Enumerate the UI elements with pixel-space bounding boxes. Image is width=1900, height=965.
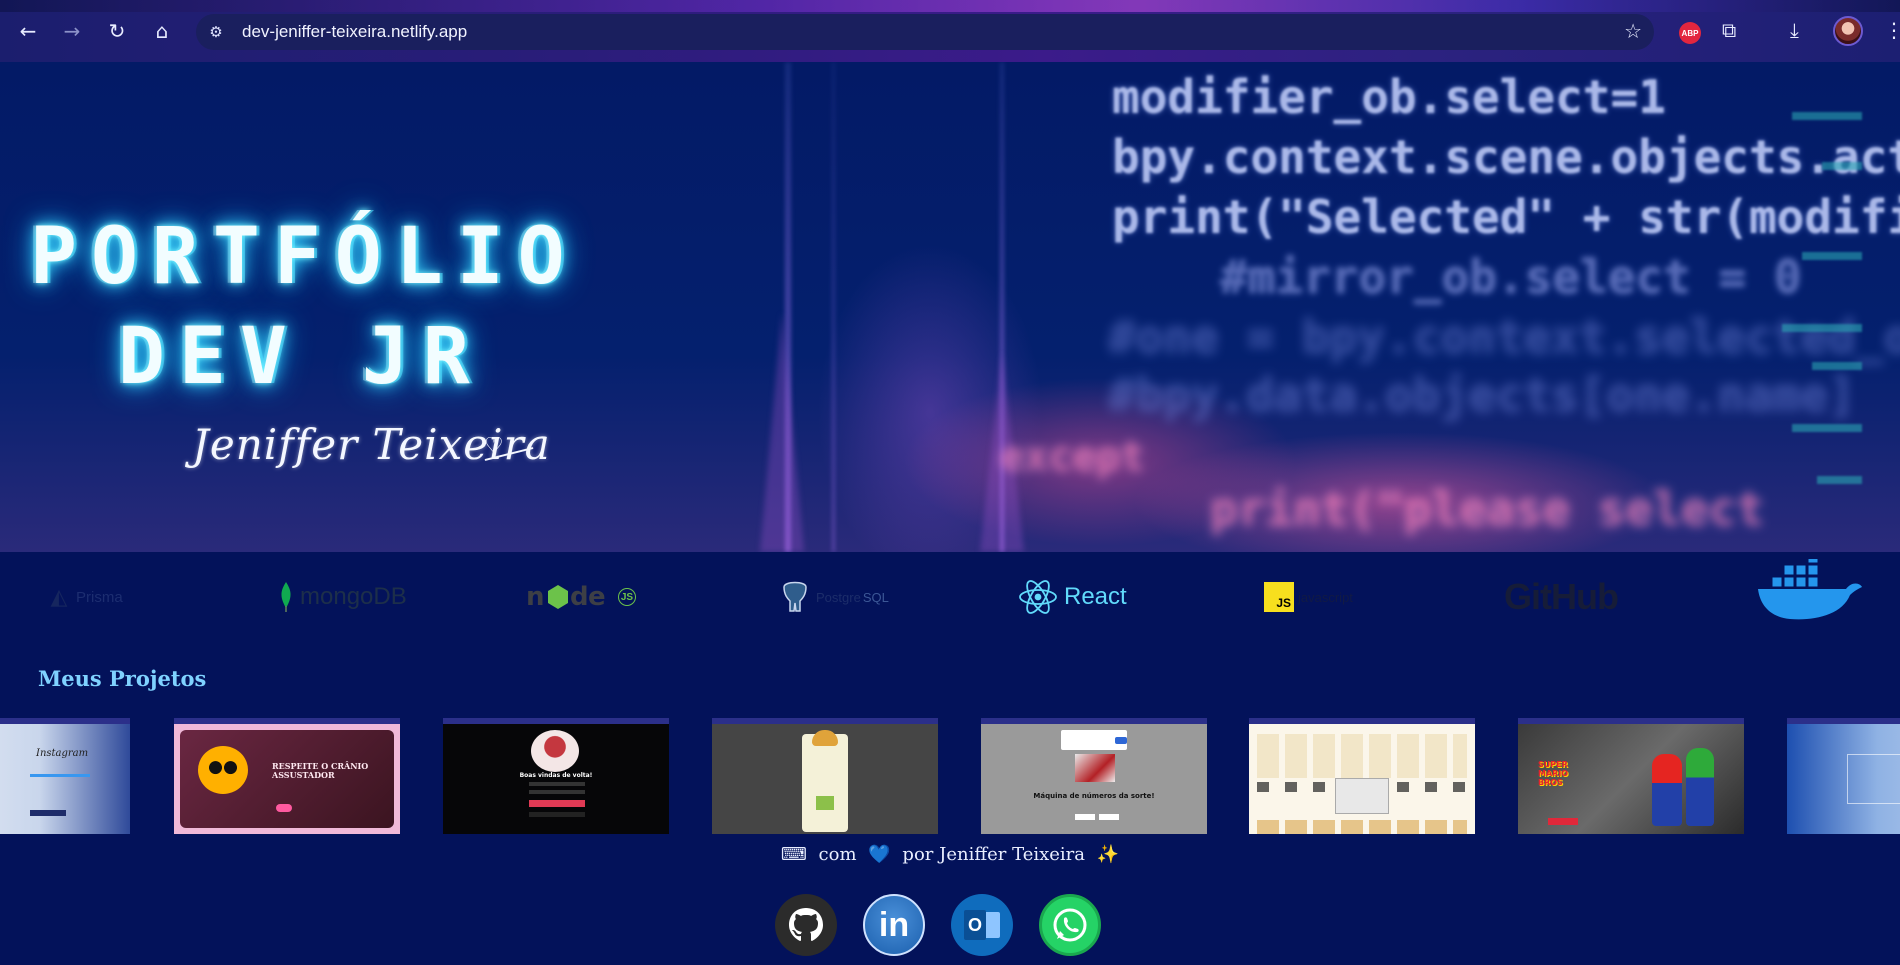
title-line-portfolio: PORTFÓLIO (30, 212, 579, 302)
projects-carousel[interactable]: Instagram RESPEITE O CRÂNIO ASSUSTADOR B… (0, 718, 1900, 834)
browser-menu-icon[interactable]: ⋮ (1884, 18, 1900, 42)
svg-text:e: e (588, 582, 606, 612)
portfolio-title: PORTFÓLIO DEV JR Jeniffer Teixeira ♡ (0, 62, 700, 552)
whatsapp-icon (1053, 908, 1087, 942)
prisma-icon: ◭ (50, 584, 68, 609)
social-links: in O (775, 894, 1115, 958)
tech-logo-javascript: JS javascript (1264, 572, 1353, 622)
tech-logo-postgresql: Postgre SQL (780, 572, 889, 622)
github-icon (789, 908, 823, 941)
blue-heart-icon: 💙 (868, 844, 891, 865)
credit-word-com: com (818, 844, 857, 865)
tech-logo-nodejs: n d e JS (526, 572, 636, 622)
svg-text:n: n (526, 582, 545, 612)
code-line: except (1000, 434, 1145, 480)
svg-text:d: d (570, 582, 589, 612)
projects-section-title: Meus Projetos (38, 666, 207, 691)
project-card-burger[interactable] (712, 718, 938, 834)
project-card-memory-game[interactable] (1249, 718, 1475, 834)
tech-stack-strip: ◭ Prisma mongoDB n d e JS Postgre SQL Re… (0, 552, 1900, 647)
project-card-blue[interactable] (1787, 718, 1900, 834)
downloads-icon[interactable]: ⤓ (1790, 18, 1799, 42)
project-card-welcome[interactable]: Boas vindas de volta! (443, 718, 669, 834)
credit-author: por Jeniffer Teixeira (902, 844, 1086, 865)
address-bar[interactable]: ⚙ dev-jeniffer-teixeira.netlify.app ☆ (196, 14, 1654, 50)
url-text[interactable]: dev-jeniffer-teixeira.netlify.app (242, 22, 467, 42)
profile-avatar[interactable] (1833, 16, 1863, 46)
mongodb-leaf-icon (278, 582, 294, 612)
home-icon[interactable]: ⌂ (148, 17, 176, 45)
project-card-skull[interactable]: RESPEITE O CRÂNIO ASSUSTADOR (174, 718, 400, 834)
project-card-lottery[interactable]: Máquina de números da sorte! (981, 718, 1207, 834)
hero-banner: modifier_ob.select=1 bpy.context.scene.o… (0, 62, 1900, 552)
light-spike-decoration (760, 312, 804, 552)
nodejs-icon: n d e (526, 581, 612, 613)
footer-credit: ⌨ com 💙 por Jeniffer Teixeira ✨ (0, 844, 1900, 865)
github-link[interactable] (775, 894, 837, 956)
light-beam-decoration (832, 62, 835, 552)
whatsapp-link[interactable] (1039, 894, 1101, 956)
code-line: #mirror_ob.select = 0 (1220, 250, 1802, 304)
site-settings-icon[interactable]: ⚙ (204, 20, 228, 44)
postgresql-elephant-icon (780, 581, 810, 613)
decorative-bars (1772, 62, 1862, 552)
code-line: print("please select (1210, 482, 1764, 536)
project-card-mario[interactable]: SUPER MARIO BROS (1518, 718, 1744, 834)
tech-logo-mongodb: mongoDB (278, 572, 407, 622)
linkedin-link[interactable]: in (863, 894, 925, 956)
code-line: #bpy.data.objects[one.name] (1108, 368, 1856, 422)
code-line: modifier_ob.select=1 (1112, 70, 1666, 124)
tech-logo-docker (1754, 559, 1864, 620)
adblock-extension-icon[interactable]: ABP (1679, 22, 1701, 44)
javascript-icon: JS (1264, 582, 1294, 612)
tech-logo-prisma: ◭ Prisma (48, 572, 123, 622)
extensions-puzzle-icon[interactable]: ⧉ (1722, 18, 1736, 42)
outlook-icon: O (964, 910, 1000, 940)
github-wordmark-icon: GitHub (1504, 576, 1619, 617)
forward-arrow-icon[interactable]: → (58, 17, 86, 45)
skull-icon (198, 746, 248, 794)
sparkles-icon: ✨ (1096, 844, 1120, 865)
docker-whale-icon (1754, 559, 1864, 623)
linkedin-icon: in (878, 905, 910, 944)
browser-toolbar: ← → ↻ ⌂ ⚙ dev-jeniffer-teixeira.netlify.… (0, 0, 1900, 62)
reload-icon[interactable]: ↻ (103, 17, 131, 45)
title-line-dev-jr: DEV JR (118, 312, 484, 402)
react-atom-icon (1018, 578, 1058, 616)
project-card-instagram[interactable]: Instagram (0, 718, 130, 834)
bookmark-star-icon[interactable]: ☆ (1624, 19, 1642, 43)
back-arrow-icon[interactable]: ← (14, 17, 42, 45)
outlook-link[interactable]: O (951, 894, 1013, 956)
keyboard-icon: ⌨ (780, 844, 807, 865)
tech-logo-react: React (1018, 572, 1127, 622)
tech-logo-github: GitHub (1504, 572, 1619, 622)
